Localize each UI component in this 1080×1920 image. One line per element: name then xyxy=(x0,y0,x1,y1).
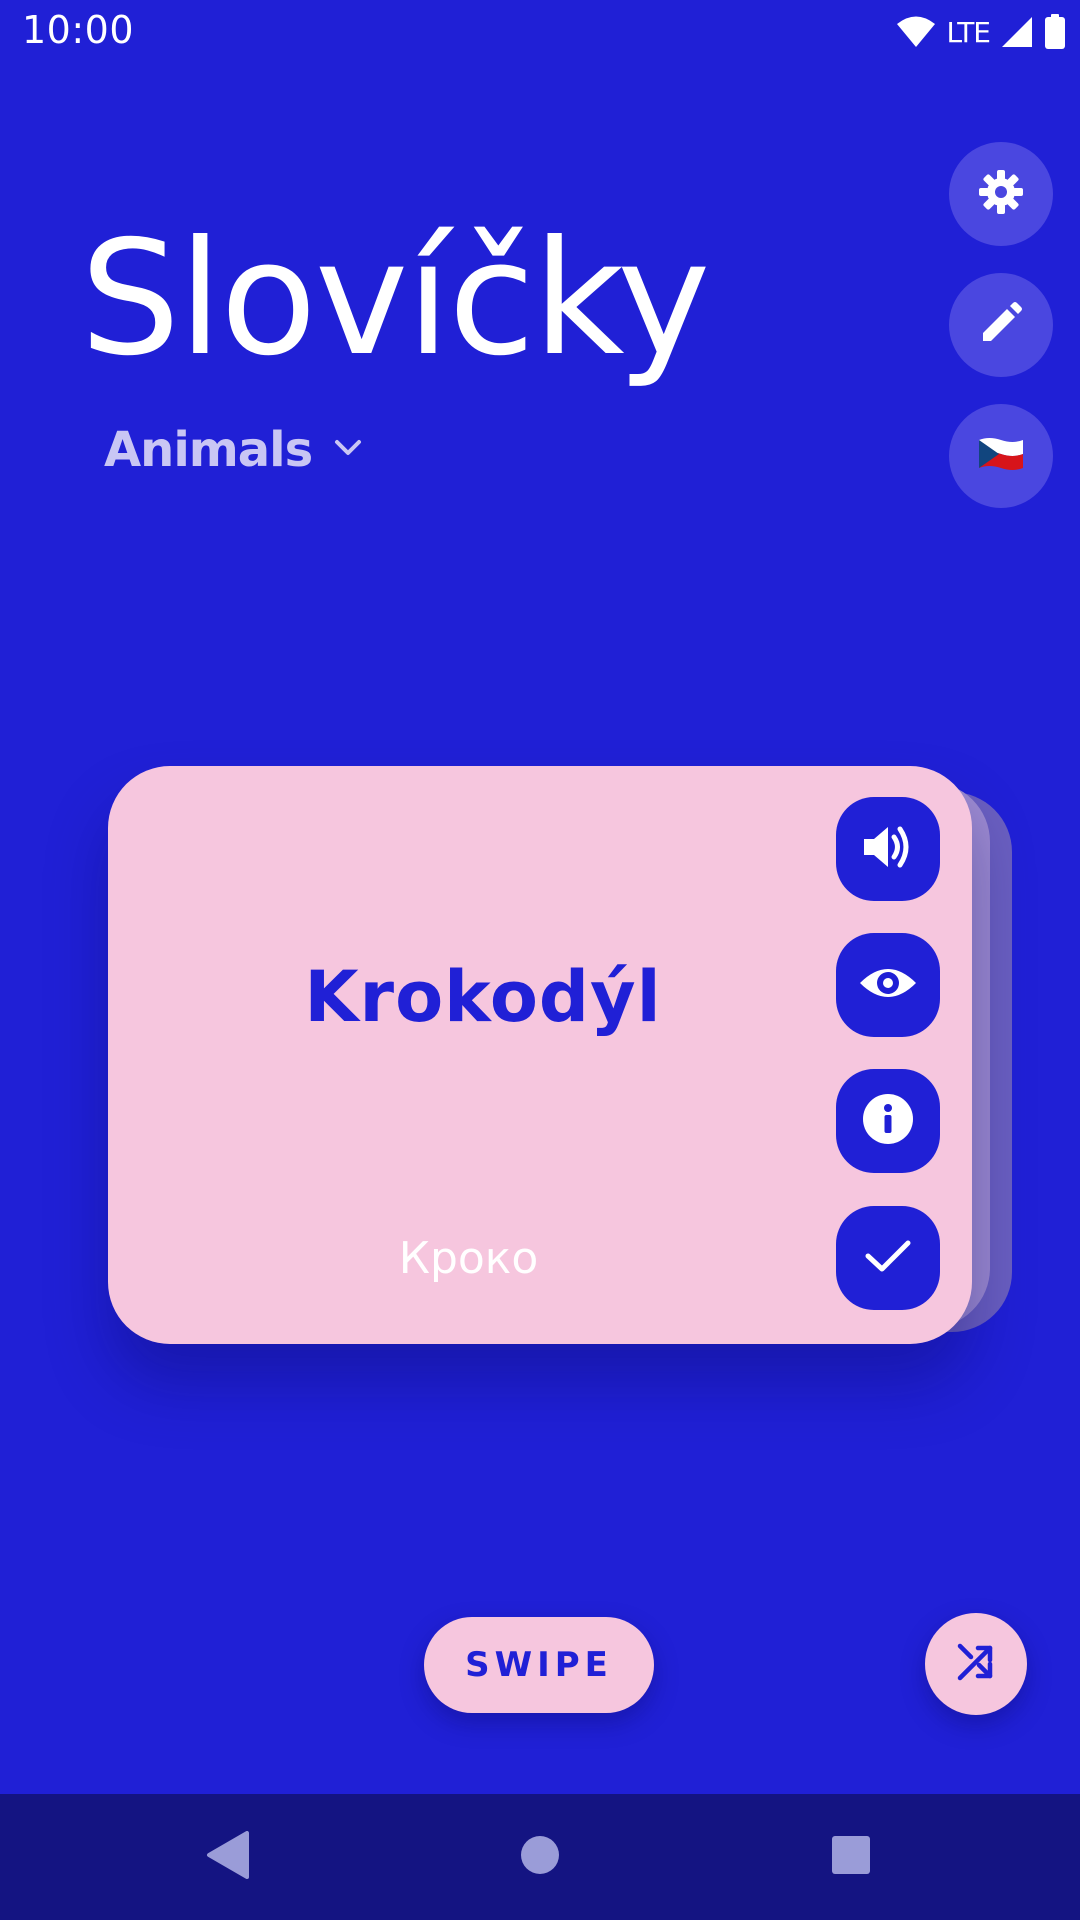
cell-signal-icon xyxy=(1000,15,1034,49)
chevron-down-icon xyxy=(334,439,362,461)
answer-input[interactable]: Кроко xyxy=(138,1206,804,1310)
status-bar: 10:00 LTE xyxy=(0,0,1080,64)
home-icon xyxy=(520,1835,560,1879)
gear-icon xyxy=(977,168,1025,220)
reveal-button[interactable] xyxy=(836,933,940,1037)
language-button[interactable] xyxy=(949,404,1053,508)
answer-value: Кроко xyxy=(398,1232,539,1284)
back-button[interactable] xyxy=(194,1824,260,1890)
status-time: 10:00 xyxy=(22,8,135,52)
text-caret xyxy=(540,1231,544,1285)
network-type: LTE xyxy=(946,15,991,49)
recents-button[interactable] xyxy=(818,1824,884,1890)
pencil-icon xyxy=(979,301,1023,349)
navigation-bar xyxy=(0,1794,1080,1920)
recents-icon xyxy=(831,1835,871,1879)
category-label: Animals xyxy=(104,422,313,478)
category-dropdown[interactable]: Animals xyxy=(104,420,362,480)
checkmark-icon xyxy=(864,1238,912,1278)
speak-button[interactable] xyxy=(836,797,940,901)
flashcard[interactable]: Krokodýl Кроко xyxy=(108,766,972,1344)
info-icon xyxy=(862,1093,914,1149)
info-button[interactable] xyxy=(836,1069,940,1173)
battery-icon xyxy=(1044,14,1066,50)
shuffle-button[interactable] xyxy=(925,1613,1027,1715)
wifi-icon xyxy=(896,15,936,49)
swipe-button[interactable]: SWIPE xyxy=(424,1617,654,1713)
speaker-icon xyxy=(862,823,914,875)
app-title: Slovíčky xyxy=(80,207,710,391)
eye-icon xyxy=(858,963,918,1007)
check-answer-button[interactable] xyxy=(836,1206,940,1310)
shuffle-icon xyxy=(956,1642,996,1686)
status-icons: LTE xyxy=(896,8,1066,56)
home-button[interactable] xyxy=(507,1824,573,1890)
czech-flag-icon xyxy=(977,436,1025,476)
card-word: Krokodýl xyxy=(304,956,662,1038)
back-icon xyxy=(205,1831,249,1883)
edit-button[interactable] xyxy=(949,273,1053,377)
settings-button[interactable] xyxy=(949,142,1053,246)
